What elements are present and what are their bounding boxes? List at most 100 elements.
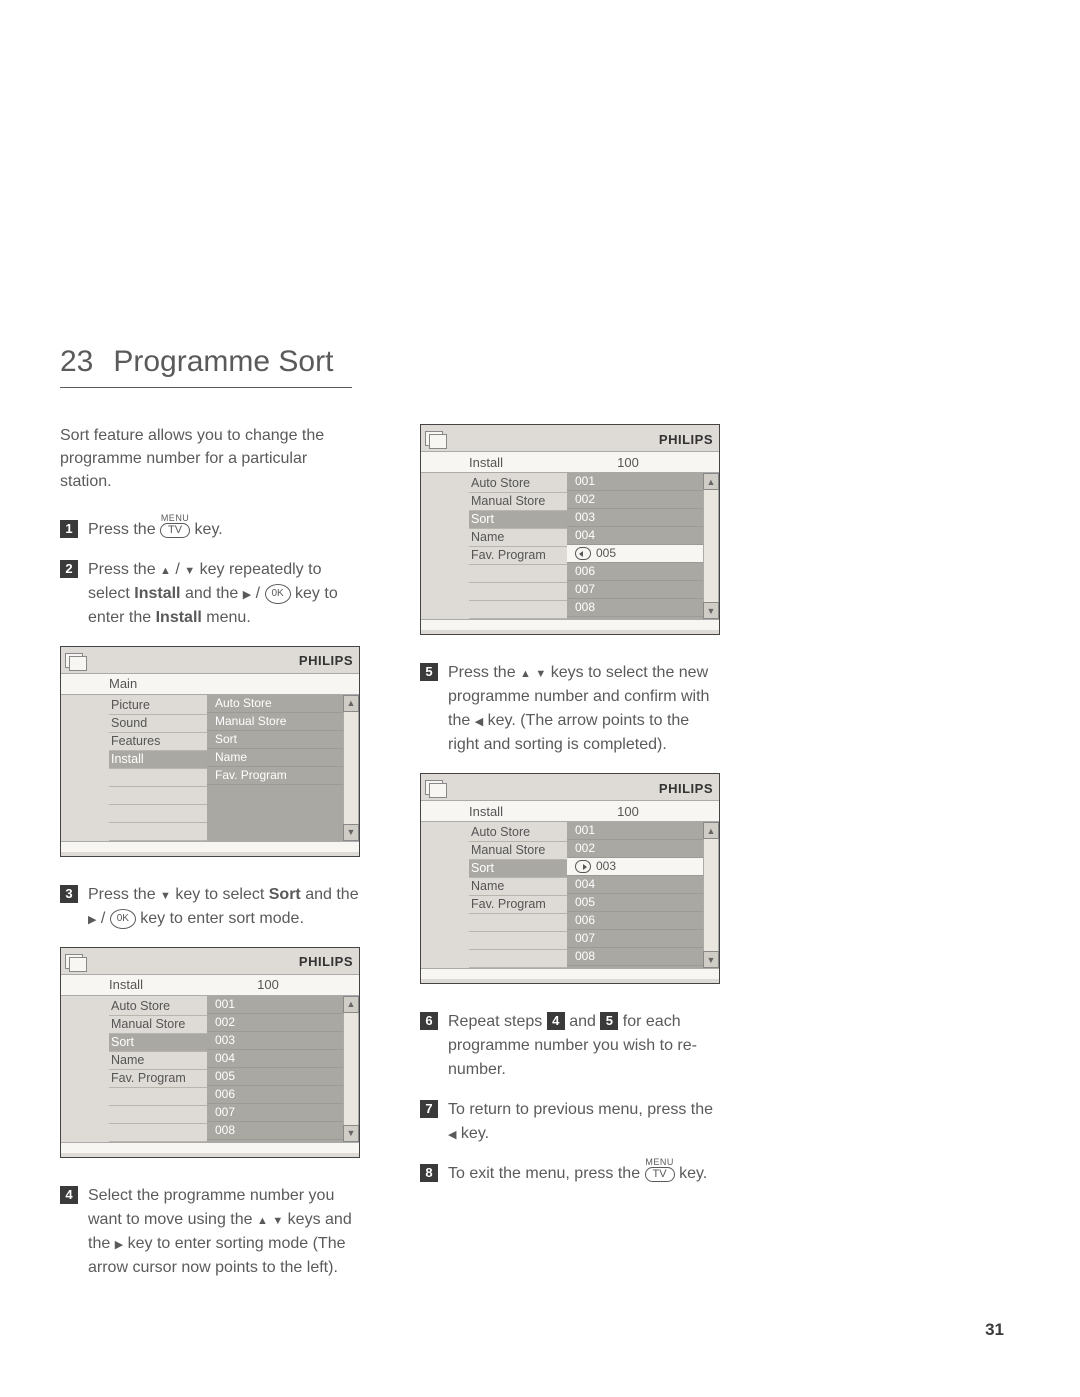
osd-list-item: 008 bbox=[567, 599, 703, 617]
osd-list-item: Manual Store bbox=[207, 713, 343, 731]
menu-tv-key-icon: MENU TV bbox=[645, 1158, 675, 1182]
osd-list-item: 007 bbox=[567, 581, 703, 599]
osd-menu-item: Fav. Program bbox=[469, 547, 567, 565]
text: and bbox=[569, 1013, 600, 1030]
step-badge: 7 bbox=[420, 1100, 438, 1118]
osd-menu-item: Auto Store bbox=[469, 475, 567, 493]
osd-menu-item-blank bbox=[109, 769, 207, 787]
osd-list-item: 002 bbox=[207, 1014, 343, 1032]
text: Press the bbox=[88, 886, 160, 903]
step-ref-4: 4 bbox=[547, 1012, 565, 1030]
text: key. bbox=[195, 521, 223, 538]
osd-menu-item-blank bbox=[469, 932, 567, 950]
osd-menu-item-blank bbox=[469, 565, 567, 583]
text: key. bbox=[679, 1165, 707, 1182]
osd-menu-item: Sort bbox=[469, 511, 567, 529]
window-icon bbox=[425, 780, 447, 796]
osd-menu-item: Fav. Program bbox=[109, 1070, 207, 1088]
down-arrow-icon bbox=[272, 1211, 283, 1228]
step-7: 7 To return to previous menu, press the … bbox=[420, 1098, 720, 1146]
bold-text: Sort bbox=[269, 886, 301, 903]
brand-label: PHILIPS bbox=[299, 653, 353, 668]
osd-menu-item: Manual Store bbox=[469, 842, 567, 860]
osd-scrollbar: ▲▼ bbox=[343, 695, 359, 841]
osd-install-sort: PHILIPSInstall100Auto StoreManual StoreS… bbox=[60, 947, 360, 1158]
osd-channel-number: 100 bbox=[567, 455, 719, 470]
osd-channel-number: 100 bbox=[567, 804, 719, 819]
step-badge: 3 bbox=[60, 885, 78, 903]
step-badge: 6 bbox=[420, 1012, 438, 1030]
osd-list-item: 001 bbox=[567, 473, 703, 491]
osd-menu-item: Fav. Program bbox=[469, 896, 567, 914]
osd-menu-item-blank bbox=[109, 1106, 207, 1124]
window-icon bbox=[65, 653, 87, 669]
osd-menu-item: Manual Store bbox=[469, 493, 567, 511]
step-badge: 5 bbox=[420, 663, 438, 681]
brand-label: PHILIPS bbox=[299, 954, 353, 969]
scroll-up-icon: ▲ bbox=[343, 695, 359, 712]
osd-list-item: 006 bbox=[567, 912, 703, 930]
osd-list-item: 001 bbox=[567, 822, 703, 840]
window-icon bbox=[425, 431, 447, 447]
text: key to select bbox=[175, 886, 268, 903]
osd-menu-item-blank bbox=[109, 787, 207, 805]
osd-list-item-selected: 005 bbox=[567, 545, 703, 563]
text: Press the bbox=[88, 521, 160, 538]
text: key to enter sorting mode (The arrow cur… bbox=[88, 1235, 346, 1276]
osd-list-item: 007 bbox=[567, 930, 703, 948]
brand-label: PHILIPS bbox=[659, 432, 713, 447]
section-header: 23 Programme Sort bbox=[60, 345, 352, 388]
osd-menu-item-blank bbox=[469, 950, 567, 968]
step-6: 6 Repeat steps 4 and 5 for each programm… bbox=[420, 1010, 720, 1082]
osd-list-item: 008 bbox=[567, 948, 703, 966]
osd-menu-item: Name bbox=[469, 529, 567, 547]
osd-menu-item: Sound bbox=[109, 715, 207, 733]
step-badge: 2 bbox=[60, 560, 78, 578]
osd-menu-item: Auto Store bbox=[469, 824, 567, 842]
step-3: 3 Press the key to select Sort and the /… bbox=[60, 883, 360, 931]
osd-menu-item-blank bbox=[109, 1088, 207, 1106]
osd-list-item: 006 bbox=[567, 563, 703, 581]
osd-menu-item-blank bbox=[109, 1124, 207, 1142]
text: key to enter sort mode. bbox=[140, 910, 304, 927]
osd-list-item: Sort bbox=[207, 731, 343, 749]
step-badge: 1 bbox=[60, 520, 78, 538]
menu-tv-key-icon: MENU TV bbox=[160, 514, 190, 538]
step-5: 5 Press the keys to select the new progr… bbox=[420, 661, 720, 757]
osd-scrollbar: ▲▼ bbox=[703, 473, 719, 619]
osd-scrollbar: ▲▼ bbox=[703, 822, 719, 968]
osd-menu-item: Sort bbox=[109, 1034, 207, 1052]
right-arrow-icon bbox=[115, 1235, 123, 1252]
osd-menu-item: Name bbox=[109, 1052, 207, 1070]
osd-list-item: 006 bbox=[207, 1086, 343, 1104]
osd-menu-item-blank bbox=[109, 823, 207, 841]
step-ref-5: 5 bbox=[600, 1012, 618, 1030]
text: To return to previous menu, press the bbox=[448, 1101, 713, 1118]
text: Press the bbox=[448, 664, 520, 681]
scroll-down-icon: ▼ bbox=[703, 951, 719, 968]
osd-install-005: PHILIPSInstall100Auto StoreManual StoreS… bbox=[420, 424, 720, 635]
bold-text: Install bbox=[156, 609, 202, 626]
osd-list-item: 001 bbox=[207, 996, 343, 1014]
osd-list-item: 004 bbox=[567, 876, 703, 894]
ok-key-icon: 0K bbox=[110, 909, 136, 929]
step-badge: 4 bbox=[60, 1186, 78, 1204]
down-arrow-icon bbox=[184, 561, 195, 578]
up-arrow-icon bbox=[257, 1211, 268, 1228]
osd-menu-item: Install bbox=[109, 751, 207, 769]
osd-menu-item-blank bbox=[469, 601, 567, 619]
text: and the bbox=[305, 886, 358, 903]
window-icon bbox=[65, 954, 87, 970]
scroll-down-icon: ▼ bbox=[343, 1125, 359, 1142]
osd-scrollbar: ▲▼ bbox=[343, 996, 359, 1142]
osd-list-item: 007 bbox=[207, 1104, 343, 1122]
text: menu. bbox=[202, 609, 251, 626]
right-arrow-icon bbox=[88, 910, 96, 927]
osd-title: Install bbox=[469, 804, 567, 819]
up-arrow-icon bbox=[520, 664, 531, 681]
osd-list-item: 008 bbox=[207, 1122, 343, 1140]
scroll-up-icon: ▲ bbox=[343, 996, 359, 1013]
scroll-down-icon: ▼ bbox=[703, 602, 719, 619]
brand-label: PHILIPS bbox=[659, 781, 713, 796]
osd-list-item: Name bbox=[207, 749, 343, 767]
